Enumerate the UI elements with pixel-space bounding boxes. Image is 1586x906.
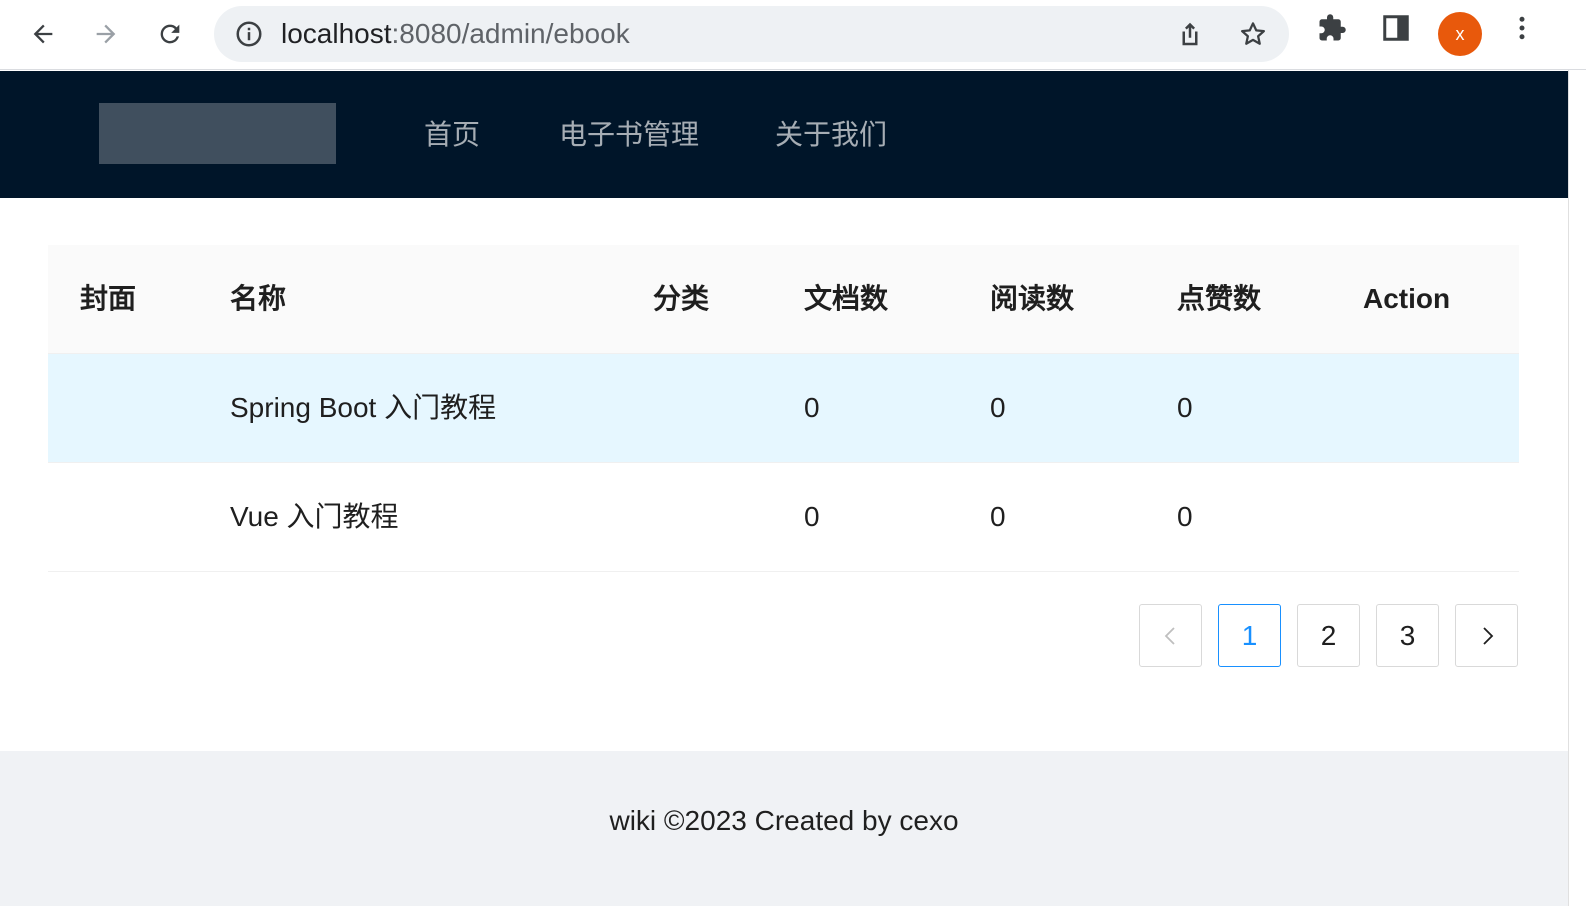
chevron-left-icon (1164, 627, 1175, 645)
cell-doc-count: 0 (804, 501, 820, 532)
pagination-next-button[interactable] (1455, 604, 1518, 667)
forward-button[interactable] (84, 12, 128, 56)
url-host: localhost (281, 18, 392, 49)
column-header-view-count: 阅读数 (990, 283, 1075, 314)
menu-item-about[interactable]: 关于我们 (775, 71, 887, 198)
back-button[interactable] (21, 12, 65, 56)
column-header-cover: 封面 (80, 283, 137, 314)
column-header-doc-count: 文档数 (804, 283, 889, 314)
logo-placeholder (99, 103, 336, 164)
side-panel-icon[interactable] (1381, 13, 1411, 43)
share-icon[interactable] (1175, 19, 1205, 49)
url-path: :8080/admin/ebook (391, 18, 630, 49)
page-footer: wiki ©2023 Created by cexo (0, 751, 1568, 906)
ebook-table: 封面 名称 分类 文档数 阅读数 点赞数 Action Spring Boot … (48, 245, 1519, 572)
cell-view-count: 0 (990, 392, 1006, 423)
table-row[interactable]: Spring Boot 入门教程 0 0 0 (48, 354, 1519, 463)
pagination-page-3[interactable]: 3 (1376, 604, 1439, 667)
profile-avatar[interactable]: x (1438, 12, 1482, 56)
table-row[interactable]: Vue 入门教程 0 0 0 (48, 463, 1519, 572)
extensions-icon[interactable] (1317, 13, 1347, 43)
menu-item-ebook-admin[interactable]: 电子书管理 (559, 71, 699, 198)
address-bar[interactable]: localhost:8080/admin/ebook (214, 6, 1289, 62)
cell-doc-count: 0 (804, 392, 820, 423)
bookmark-star-icon[interactable] (1238, 19, 1268, 49)
main-content: 封面 名称 分类 文档数 阅读数 点赞数 Action Spring Boot … (0, 198, 1568, 751)
cell-name: Vue 入门教程 (230, 501, 399, 532)
url-text[interactable]: localhost:8080/admin/ebook (281, 6, 630, 62)
column-header-vote-count: 点赞数 (1177, 283, 1262, 314)
arrow-left-icon (33, 24, 53, 44)
reload-button[interactable] (148, 12, 192, 56)
cell-vote-count: 0 (1177, 392, 1193, 423)
browser-toolbar: localhost:8080/admin/ebook x (0, 0, 1586, 70)
menu-item-home[interactable]: 首页 (424, 71, 480, 198)
window-edge (1568, 70, 1586, 906)
column-header-action: Action (1363, 283, 1451, 314)
column-header-category: 分类 (653, 283, 710, 314)
column-header-name: 名称 (230, 283, 287, 314)
pagination-prev-button[interactable] (1139, 604, 1202, 667)
footer-copyright: wiki ©2023 Created by cexo (609, 805, 959, 836)
table-header: 封面 名称 分类 文档数 阅读数 点赞数 Action (48, 245, 1519, 354)
pagination-page-1[interactable]: 1 (1218, 604, 1281, 667)
reload-icon (160, 24, 180, 44)
pagination-page-2[interactable]: 2 (1297, 604, 1360, 667)
arrow-right-icon (96, 24, 116, 44)
chevron-right-icon (1482, 627, 1493, 645)
cell-vote-count: 0 (1177, 501, 1193, 532)
cell-view-count: 0 (990, 501, 1006, 532)
app-header: 首页 电子书管理 关于我们 (0, 71, 1568, 198)
info-icon[interactable] (234, 19, 264, 49)
more-vert-icon[interactable] (1507, 13, 1537, 43)
cell-name: Spring Boot 入门教程 (230, 392, 497, 423)
